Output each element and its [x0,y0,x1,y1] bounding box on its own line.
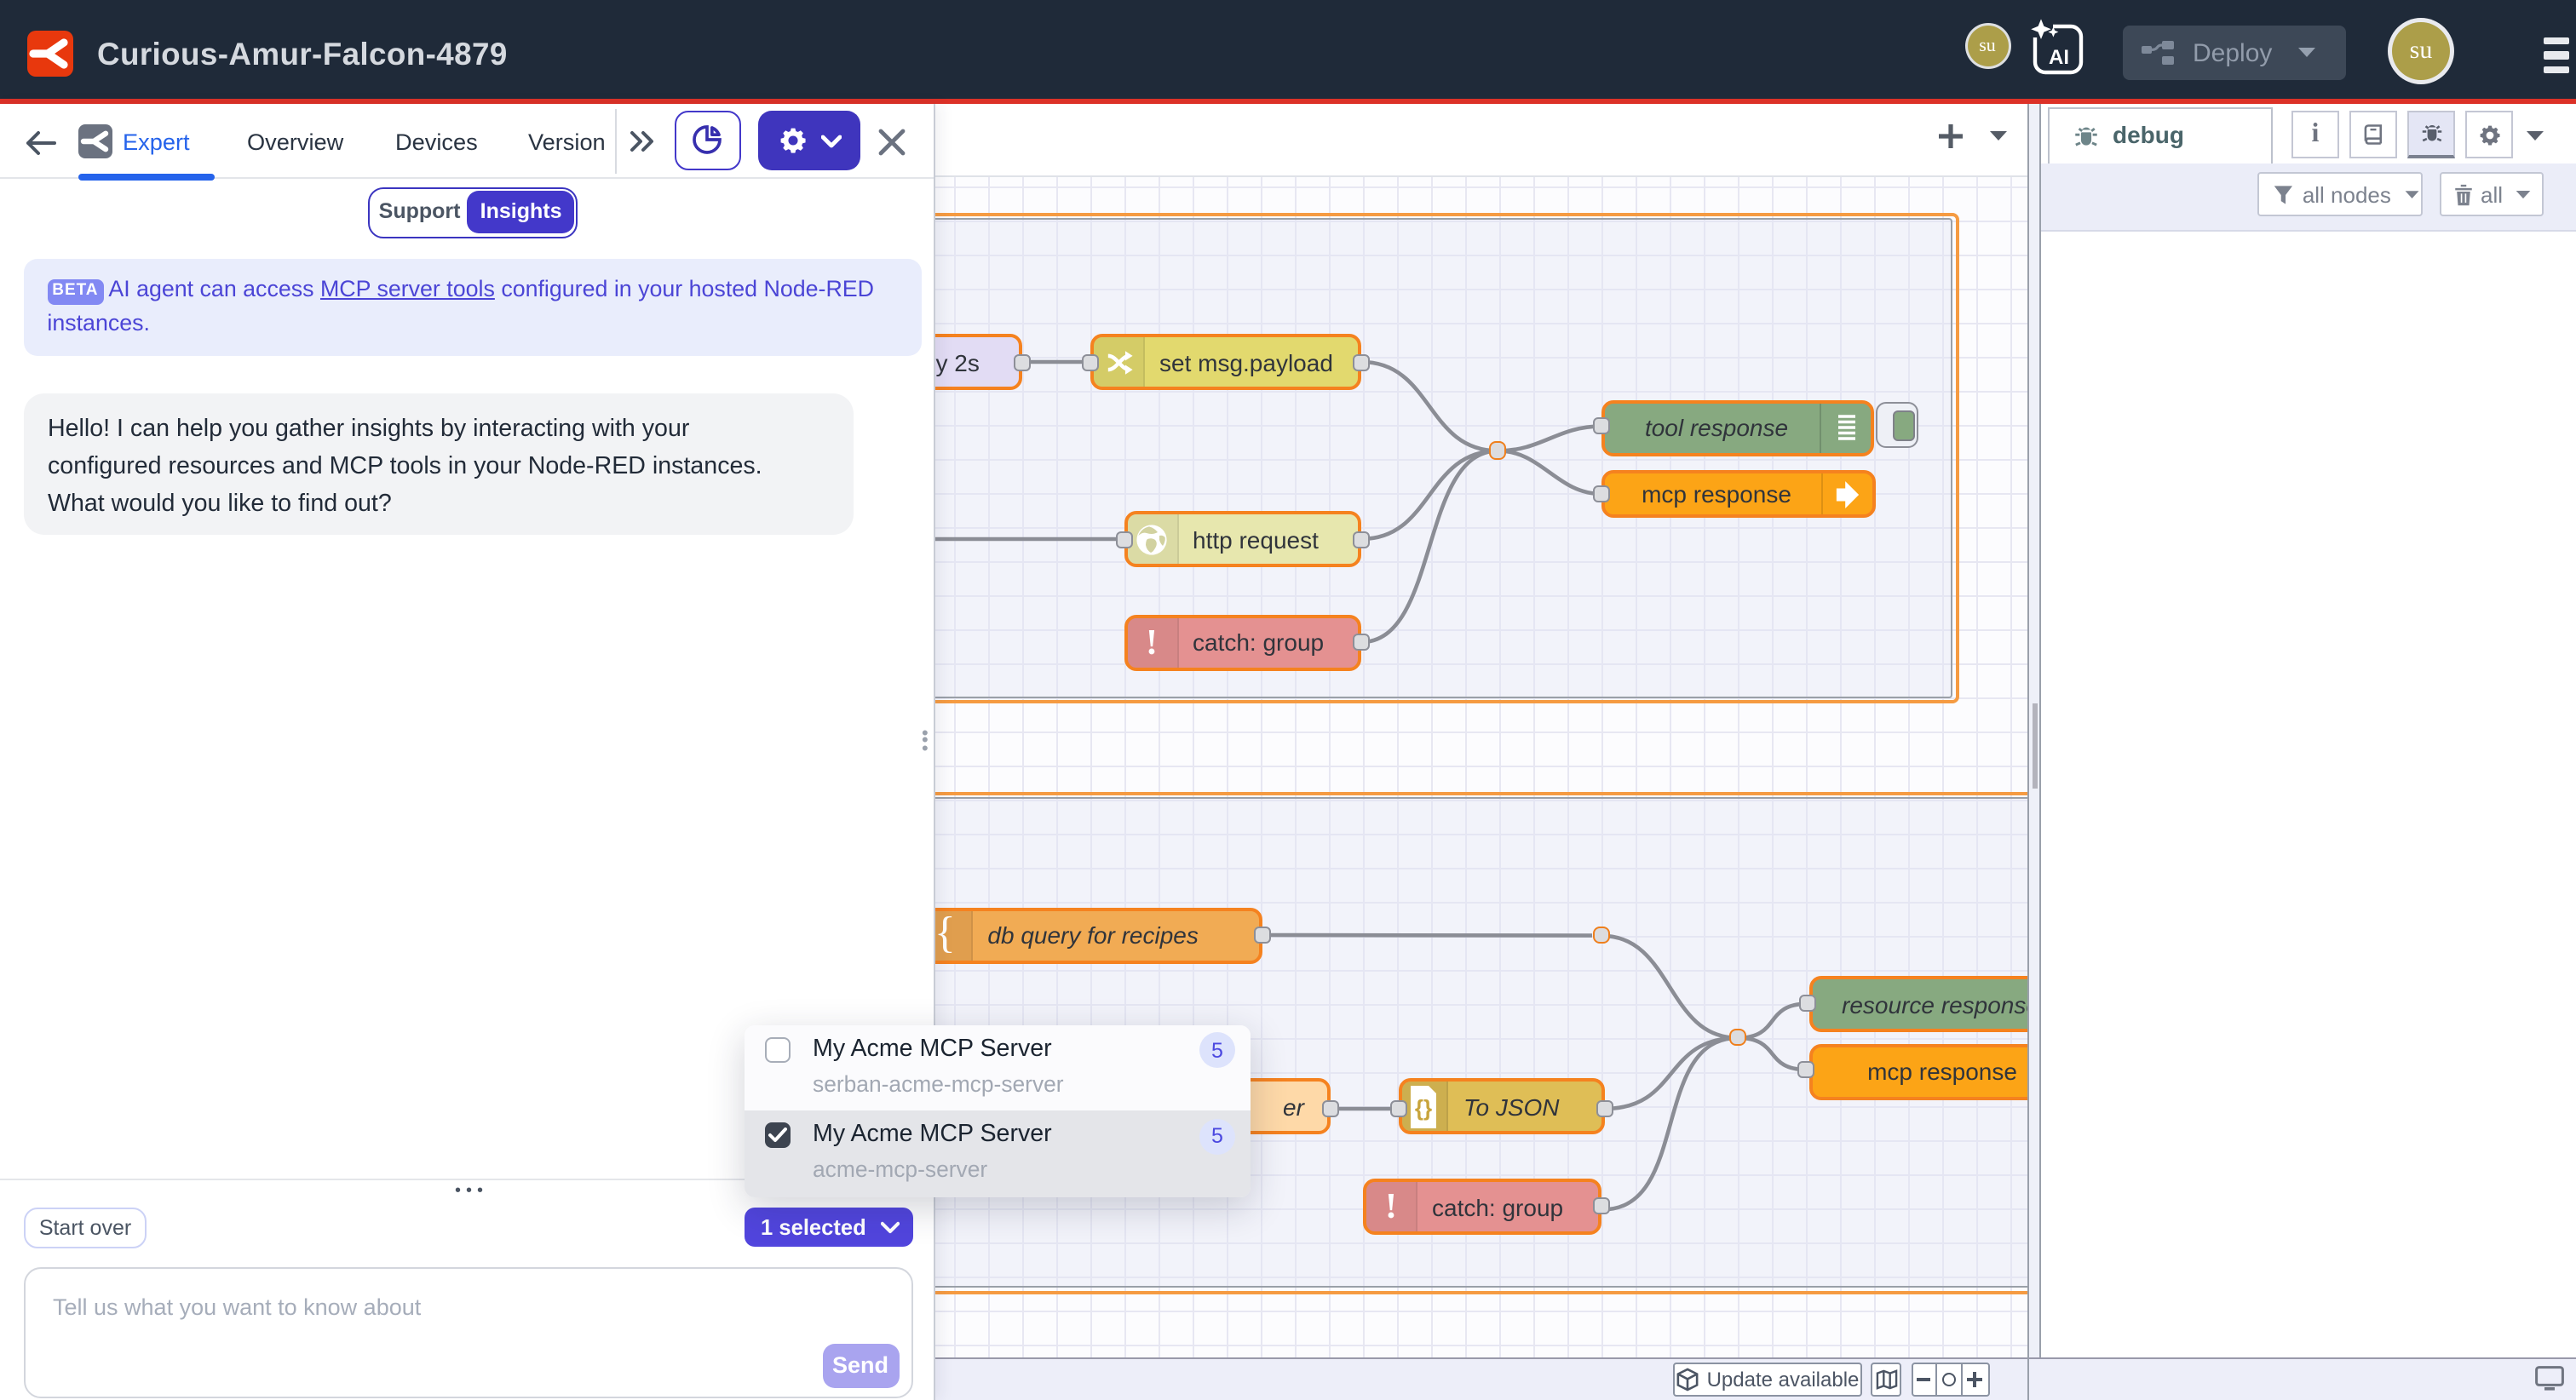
svg-text:AI: AI [2049,46,2069,69]
